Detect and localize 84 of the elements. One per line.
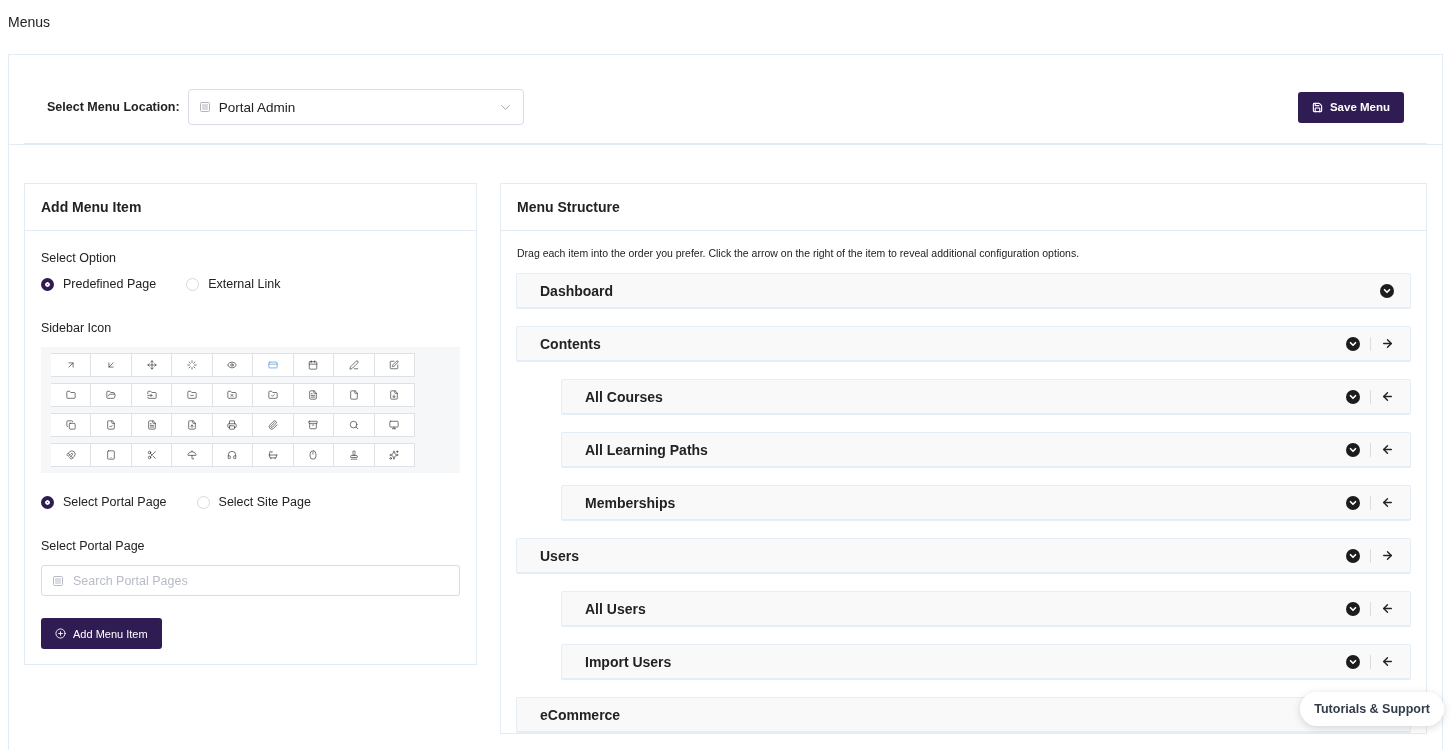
calendar-icon[interactable] bbox=[293, 353, 335, 377]
umbrella-icon[interactable] bbox=[172, 443, 213, 467]
bath-icon[interactable] bbox=[253, 443, 294, 467]
radio-option[interactable]: Select Portal Page bbox=[41, 495, 167, 509]
page-title: Menus bbox=[8, 14, 52, 30]
printer-icon[interactable] bbox=[212, 413, 254, 437]
radio-option[interactable]: External Link bbox=[186, 277, 281, 291]
magnet-icon[interactable] bbox=[51, 443, 92, 467]
menu-item[interactable]: Dashboard bbox=[516, 273, 1411, 309]
mouse-icon[interactable] bbox=[293, 443, 335, 467]
add-menu-item-button[interactable]: Add Menu Item bbox=[41, 618, 162, 649]
document-icon[interactable] bbox=[374, 383, 415, 407]
arrow-left-icon[interactable] bbox=[1381, 496, 1394, 509]
instruction-text: Drag each item into the order you prefer. Click the arrow on the right of the item to reveal additional configuration options. bbox=[516, 246, 1081, 261]
folder-icon[interactable] bbox=[91, 383, 132, 407]
document-icon[interactable] bbox=[334, 383, 375, 407]
arrow-left-icon[interactable] bbox=[1381, 655, 1394, 668]
field-label: Select Portal Page bbox=[41, 539, 146, 553]
radio-option[interactable]: Select Site Page bbox=[196, 495, 311, 509]
pen-icon[interactable] bbox=[334, 353, 375, 377]
document-icon[interactable] bbox=[131, 413, 173, 437]
save-menu-button[interactable]: Save Menu bbox=[1297, 91, 1404, 123]
scissors-icon[interactable] bbox=[131, 443, 173, 467]
search-field[interactable]: Search Portal Pages bbox=[41, 565, 460, 596]
document-icon[interactable] bbox=[91, 413, 132, 437]
menu-item-label: Dashboard bbox=[540, 282, 615, 299]
expand-icon[interactable] bbox=[1346, 442, 1360, 457]
folder-icon[interactable] bbox=[172, 383, 213, 407]
radio-option[interactable]: Predefined Page bbox=[41, 277, 157, 291]
folder-icon[interactable] bbox=[51, 383, 92, 407]
menu-item[interactable]: Memberships bbox=[561, 485, 1411, 521]
folder-icon[interactable] bbox=[131, 383, 173, 407]
menu-item-label: All Courses bbox=[585, 388, 664, 405]
field-label: Sidebar Icon bbox=[41, 321, 113, 335]
menu-item-label: Import Users bbox=[585, 653, 673, 670]
arrow-left-icon[interactable] bbox=[1381, 390, 1394, 403]
expand-icon[interactable] bbox=[1380, 283, 1394, 298]
archive-icon[interactable] bbox=[293, 413, 335, 437]
expand-icon[interactable] bbox=[1346, 389, 1360, 404]
menu-item-label: All Users bbox=[585, 600, 647, 617]
arrow-left-icon[interactable] bbox=[1381, 602, 1394, 615]
card-title: Add Menu Item bbox=[25, 184, 476, 231]
menu-item-label: Memberships bbox=[585, 494, 677, 511]
location-select[interactable]: Portal Admin bbox=[187, 89, 524, 125]
document-icon[interactable] bbox=[172, 413, 213, 437]
edit-icon[interactable] bbox=[374, 353, 415, 377]
eye-icon[interactable] bbox=[212, 353, 254, 377]
save-icon bbox=[1311, 101, 1323, 113]
menu-item[interactable]: All Learning Paths bbox=[561, 432, 1411, 468]
menu-item[interactable]: All Users bbox=[561, 591, 1411, 627]
menu-item[interactable]: Users bbox=[516, 538, 1411, 574]
field-label: Select Option bbox=[41, 251, 118, 265]
arrow-right-icon[interactable] bbox=[1381, 337, 1394, 350]
arrow-right-icon[interactable] bbox=[1381, 549, 1394, 562]
menu-item-label: All Learning Paths bbox=[585, 441, 709, 458]
paperclip-icon[interactable] bbox=[253, 413, 294, 437]
card-title: Menu Structure bbox=[501, 184, 1426, 231]
tablet-icon[interactable] bbox=[91, 443, 132, 467]
folder-icon[interactable] bbox=[253, 383, 294, 407]
expand-icon[interactable] bbox=[1346, 548, 1360, 563]
folder-icon[interactable] bbox=[212, 383, 254, 407]
expand-icon[interactable] bbox=[1346, 336, 1360, 351]
sparkle-icon[interactable] bbox=[374, 443, 415, 467]
document-icon[interactable] bbox=[293, 383, 335, 407]
menu-item-label: Users bbox=[540, 547, 580, 564]
stamp-icon[interactable] bbox=[334, 443, 375, 467]
headphones-icon[interactable] bbox=[212, 443, 254, 467]
move-icon[interactable] bbox=[131, 353, 173, 377]
monitor-icon[interactable] bbox=[374, 413, 415, 437]
search-icon[interactable] bbox=[334, 413, 375, 437]
menu-item-label: Contents bbox=[540, 335, 602, 352]
support-button[interactable]: Tutorials & Support bbox=[1300, 692, 1444, 726]
card-icon[interactable] bbox=[253, 353, 294, 377]
plus-circle-icon bbox=[55, 628, 66, 639]
menu-item[interactable]: Contents bbox=[516, 326, 1411, 362]
expand-icon[interactable] bbox=[1346, 601, 1360, 616]
copy-icon[interactable] bbox=[51, 413, 92, 437]
location-label: Select Menu Location: bbox=[47, 100, 180, 114]
arrow-left-icon[interactable] bbox=[1381, 443, 1394, 456]
expand-icon[interactable] bbox=[1346, 654, 1360, 669]
menu-item[interactable]: Import Users bbox=[561, 644, 1411, 680]
expand-icon[interactable] bbox=[1346, 495, 1360, 510]
menu-item[interactable]: All Courses bbox=[561, 379, 1411, 415]
spinner-icon[interactable] bbox=[172, 353, 213, 377]
